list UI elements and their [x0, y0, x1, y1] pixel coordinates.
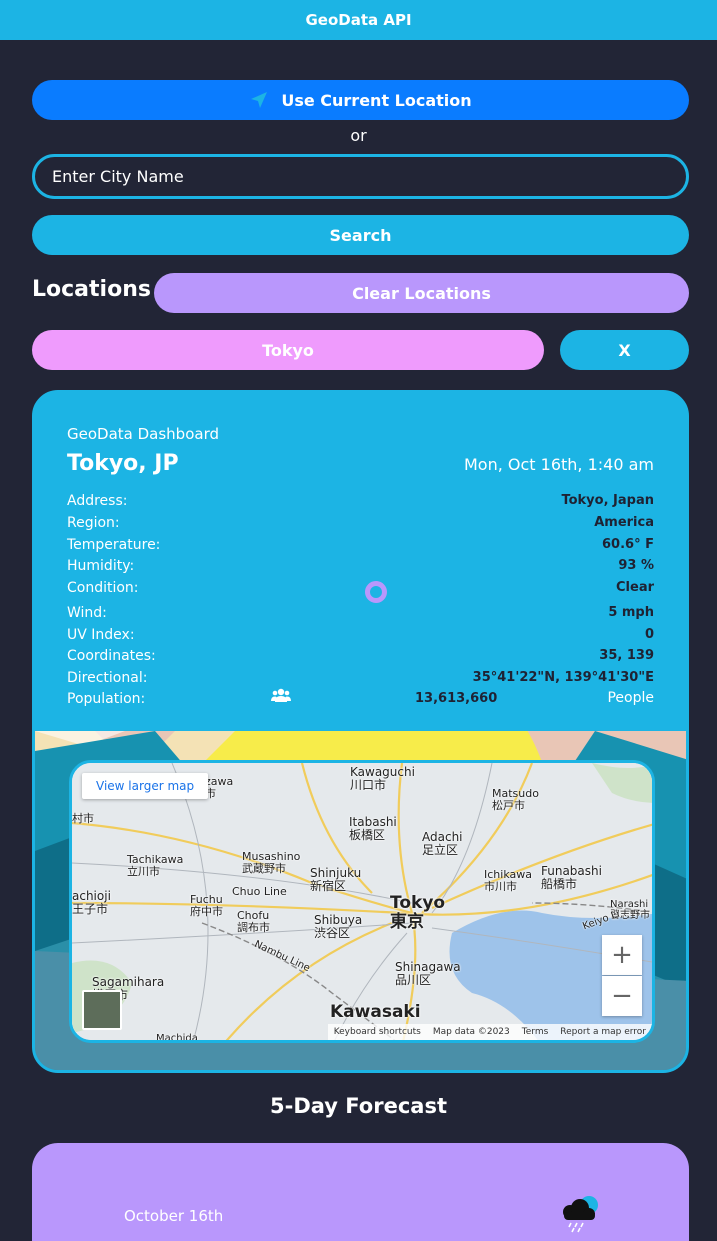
info-key: Temperature:	[67, 537, 161, 553]
map-label: Chofu 調布市	[237, 909, 270, 935]
info-row-wind: Wind: 5 mph	[67, 605, 654, 625]
info-row-condition: Condition: Clear	[67, 580, 654, 600]
info-row-directional: Directional: 35°41'22"N, 139°41'30"E	[67, 670, 654, 690]
info-row-humidity: Humidity: 93 %	[67, 558, 654, 578]
locations-heading: Locations	[32, 277, 151, 302]
map-label: Adachi 足立区	[422, 830, 463, 858]
info-value: 5 mph	[608, 605, 654, 620]
info-key: Population:	[67, 691, 146, 707]
info-row-coordinates: Coordinates: 35, 139	[67, 648, 654, 668]
population-value: 13,613,660	[415, 691, 498, 706]
use-current-location-label: Use Current Location	[281, 90, 472, 110]
clear-locations-button[interactable]: Clear Locations	[154, 273, 689, 313]
info-value: America	[594, 515, 654, 530]
info-value: 0	[644, 627, 654, 642]
satellite-toggle[interactable]	[82, 990, 122, 1030]
info-key: Directional:	[67, 670, 148, 686]
map-label: Machida	[156, 1033, 198, 1043]
location-arrow-icon	[251, 92, 268, 108]
rain-cloud-icon	[563, 1196, 598, 1233]
info-key: UV Index:	[67, 627, 135, 643]
map-data-text: Map data ©2023	[432, 1027, 510, 1037]
users-icon	[271, 688, 291, 702]
info-row-population: Population:	[67, 691, 654, 711]
dashboard-subtitle: GeoData Dashboard	[67, 425, 219, 443]
location-item-tokyo[interactable]: Tokyo	[32, 330, 544, 370]
forecast-date: October 16th	[124, 1207, 224, 1225]
terms-link[interactable]: Terms	[522, 1027, 549, 1037]
info-value: 35°41'22"N, 139°41'30"E	[472, 670, 654, 685]
map-label: Fuchu 府中市	[190, 893, 223, 919]
map-attribution: Keyboard shortcuts Map data ©2023 Terms …	[327, 1024, 652, 1040]
view-larger-map-link[interactable]: View larger map	[82, 773, 209, 799]
map-label: Ichikawa 市川市	[484, 868, 532, 894]
city-name-input[interactable]	[32, 154, 689, 199]
zoom-in-button[interactable]: +	[602, 935, 642, 975]
info-key: Region:	[67, 515, 120, 531]
map-label: achioji 王子市	[72, 889, 111, 917]
info-key: Wind:	[67, 605, 107, 621]
info-key: Address:	[67, 493, 128, 509]
info-row-temperature: Temperature: 60.6° F	[67, 537, 654, 557]
map-label: Matsudo 松戸市	[492, 787, 539, 813]
or-separator: or	[350, 126, 367, 145]
report-error-link[interactable]: Report a map error	[560, 1027, 646, 1037]
map-label: Shinjuku 新宿区	[310, 866, 362, 894]
forecast-day-card: October 16th	[32, 1143, 689, 1241]
info-row-region: Region: America	[67, 515, 654, 535]
dashboard-card: GeoData Dashboard Tokyo, JP Mon, Oct 16t…	[32, 390, 689, 1073]
info-row-address: Address: Tokyo, Japan	[67, 493, 654, 513]
info-value: 60.6° F	[602, 537, 654, 552]
info-value: 93 %	[618, 558, 654, 573]
map-label: Shibuya 渋谷区	[314, 913, 363, 941]
app-title: GeoData API	[305, 11, 412, 29]
remove-location-button[interactable]: X	[560, 330, 689, 370]
use-current-location-button[interactable]: Use Current Location	[32, 80, 689, 120]
population-unit: People	[607, 690, 654, 706]
map-label: 村市	[72, 812, 94, 825]
info-value: Tokyo, Japan	[561, 493, 654, 508]
location-map[interactable]: Kawaguchi 川口市 Matsudo 松戸市 Itabashi 板橋区 Adac…	[69, 760, 655, 1043]
map-label: Shinagawa 品川区	[395, 960, 461, 988]
info-value: 35, 139	[599, 648, 654, 663]
dashboard-datetime: Mon, Oct 16th, 1:40 am	[463, 455, 654, 474]
app-header: GeoData API	[0, 0, 717, 40]
map-label: Kawasaki	[330, 1002, 421, 1022]
map-label: Musashino 武蔵野市	[242, 850, 301, 876]
info-key: Condition:	[67, 580, 139, 596]
search-button[interactable]: Search	[32, 215, 689, 255]
map-label: Tachikawa 立川市	[127, 853, 184, 879]
loading-spinner-icon	[365, 581, 387, 603]
forecast-heading: 5-Day Forecast	[270, 1094, 447, 1118]
keyboard-shortcuts-link[interactable]: Keyboard shortcuts	[334, 1027, 421, 1037]
info-key: Humidity:	[67, 558, 135, 574]
zoom-out-button[interactable]: −	[602, 976, 642, 1016]
map-label: Chuo Line	[232, 885, 287, 898]
info-key: Coordinates:	[67, 648, 156, 664]
dashboard-city: Tokyo, JP	[67, 451, 179, 476]
info-value: Clear	[616, 580, 654, 595]
map-label: Funabashi 船橋市	[541, 864, 602, 892]
info-row-uv-index: UV Index: 0	[67, 627, 654, 647]
map-label: Kawaguchi 川口市	[350, 765, 415, 793]
map-label: Itabashi 板橋区	[349, 815, 397, 843]
map-label: Tokyo 東京	[390, 893, 446, 932]
